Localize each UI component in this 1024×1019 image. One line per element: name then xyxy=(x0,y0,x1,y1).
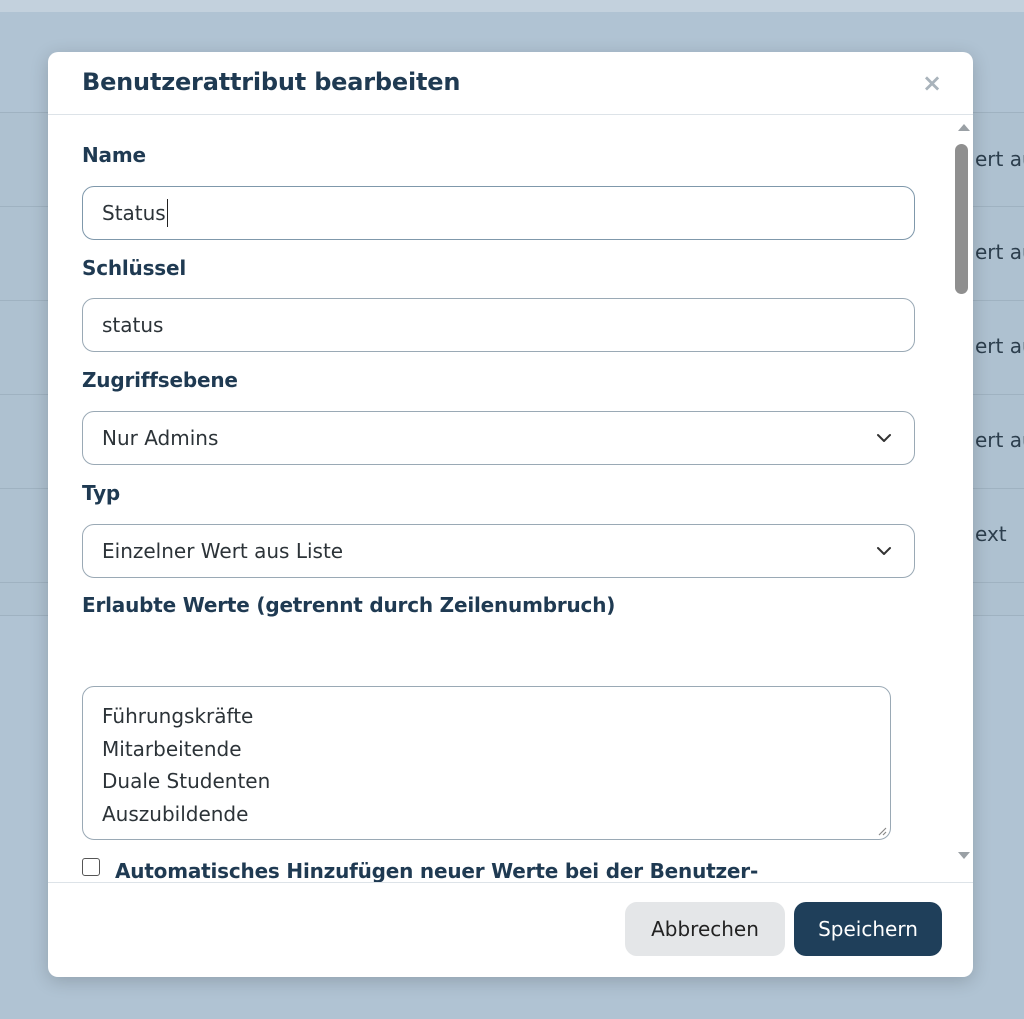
chevron-down-icon xyxy=(877,547,891,555)
background-cell: ert au xyxy=(975,334,1024,358)
allowed-values-textarea[interactable]: Führungskräfte Mitarbeitende Duale Stude… xyxy=(82,686,891,840)
name-input-value: Status xyxy=(102,201,166,225)
modal-title: Benutzerattribut bearbeiten xyxy=(82,68,461,96)
close-icon[interactable]: × xyxy=(920,70,944,96)
type-selected: Einzelner Wert aus Liste xyxy=(102,539,344,563)
auto-add-label: Automatisches Hinzufügen neuer Werte bei… xyxy=(115,859,759,882)
modal-scrollbar[interactable] xyxy=(952,115,973,882)
background-cell: ert au xyxy=(975,240,1024,264)
scroll-down-arrow-icon[interactable] xyxy=(958,852,970,859)
modal-footer: Abbrechen Speichern xyxy=(48,882,973,977)
scrollbar-thumb[interactable] xyxy=(955,144,968,294)
text-caret xyxy=(166,198,169,227)
modal-header: Benutzerattribut bearbeiten × xyxy=(48,52,973,115)
type-label: Typ xyxy=(82,481,121,505)
background-cell: ert au xyxy=(975,428,1024,452)
key-input[interactable]: status xyxy=(82,298,915,352)
allowed-values-label: Erlaubte Werte (getrennt durch Zeilenumb… xyxy=(82,593,616,617)
name-label: Name xyxy=(82,143,146,167)
access-level-select[interactable]: Nur Admins xyxy=(82,411,915,465)
scroll-up-arrow-icon[interactable] xyxy=(958,124,970,131)
access-level-label: Zugriffsebene xyxy=(82,368,238,392)
cancel-button[interactable]: Abbrechen xyxy=(625,902,785,956)
background-topbar xyxy=(0,0,1024,12)
type-select[interactable]: Einzelner Wert aus Liste xyxy=(82,524,915,578)
key-label: Schlüssel xyxy=(82,256,187,280)
resize-grip-icon[interactable] xyxy=(877,826,887,836)
edit-attribute-modal: Benutzerattribut bearbeiten × Name Statu… xyxy=(48,52,973,977)
allowed-value-line: Auszubildende xyxy=(102,801,249,826)
allowed-value-line: Duale Studenten xyxy=(102,769,271,793)
access-level-selected: Nur Admins xyxy=(102,426,219,450)
allowed-value-line: Mitarbeitende xyxy=(102,736,242,761)
auto-add-checkbox[interactable] xyxy=(82,858,100,876)
background-cell: ext xyxy=(975,522,1007,546)
save-button[interactable]: Speichern xyxy=(794,902,942,956)
modal-body[interactable]: Name Status Schlüssel status Zugriffsebe… xyxy=(48,115,973,882)
chevron-down-icon xyxy=(877,434,891,442)
allowed-value-line: Führungskräfte xyxy=(102,704,254,728)
name-input[interactable]: Status xyxy=(82,186,915,240)
background-cell: ert au xyxy=(975,147,1024,171)
key-input-value: status xyxy=(102,313,164,337)
